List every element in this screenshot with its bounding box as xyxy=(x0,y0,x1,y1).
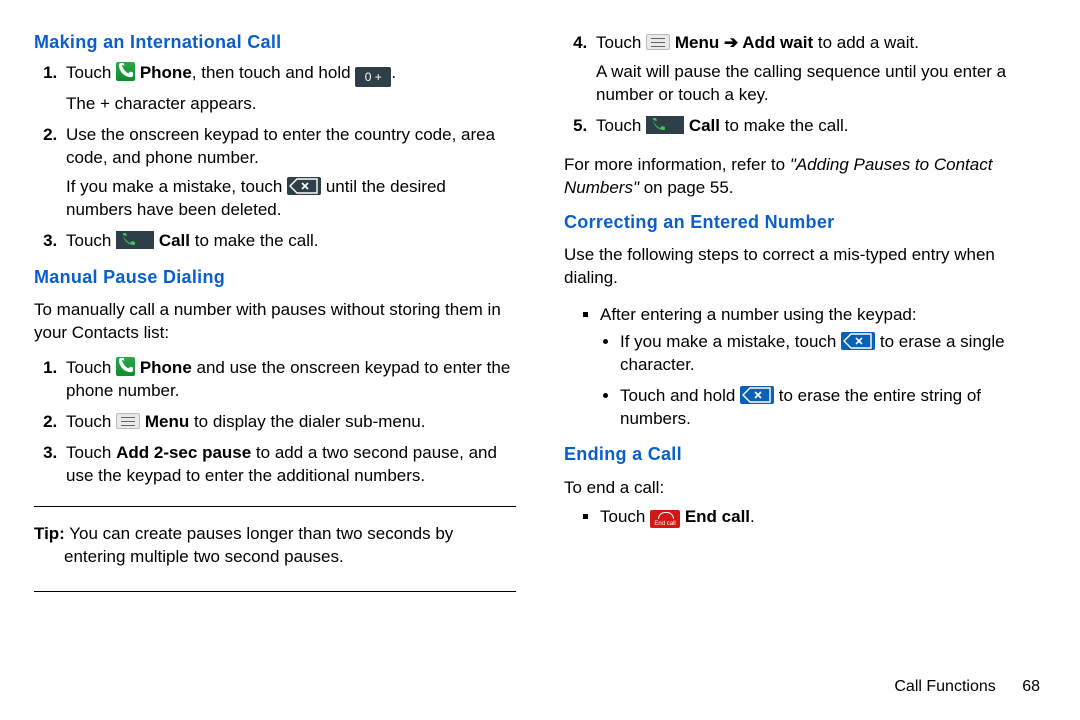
step-pause-1: Touch Phone and use the onscreen keypad … xyxy=(62,357,516,403)
text: Touch xyxy=(596,116,646,135)
text: to make the call. xyxy=(190,231,319,250)
heading-manual-pause: Manual Pause Dialing xyxy=(34,265,516,289)
text: Touch and hold xyxy=(620,386,740,405)
end-intro: To end a call: xyxy=(564,477,1046,500)
phone-label: Phone xyxy=(140,358,192,377)
phone-label: Phone xyxy=(140,63,192,82)
page-number: 68 xyxy=(1022,678,1040,695)
step-intl-2: Use the onscreen keypad to enter the cou… xyxy=(62,124,516,222)
call-button-icon xyxy=(646,116,684,134)
text: . xyxy=(391,63,396,82)
heading-ending: Ending a Call xyxy=(564,442,1046,466)
step-pause-5: Touch Call to make the call. xyxy=(592,115,1046,138)
call-label: Call xyxy=(159,231,190,250)
step-pause-2: Touch Menu to display the dialer sub-men… xyxy=(62,411,516,434)
text: to make the call. xyxy=(720,116,849,135)
text: to add a wait. xyxy=(813,33,919,52)
end-call-icon: End call xyxy=(650,510,680,528)
pause-intro: To manually call a number with pauses wi… xyxy=(34,299,516,345)
zero-key-icon: 0 + xyxy=(355,67,391,87)
text: on page 55. xyxy=(639,178,734,197)
heading-correcting: Correcting an Entered Number xyxy=(564,210,1046,234)
text: , then touch and hold xyxy=(192,63,356,82)
text: For more information, refer to xyxy=(564,155,790,174)
add-2sec-label: Add 2-sec pause xyxy=(116,443,251,462)
right-column: Touch Menu ➔ Add wait to add a wait. A w… xyxy=(540,30,1046,708)
heading-international-call: Making an International Call xyxy=(34,30,516,54)
steps-international: Touch Phone, then touch and hold 0 +. Th… xyxy=(62,62,516,261)
page-footer: Call Functions 68 xyxy=(894,676,1040,698)
phone-icon xyxy=(116,62,135,81)
divider xyxy=(34,506,516,507)
text: If you make a mistake, touch xyxy=(620,332,841,351)
text: A wait will pause the calling sequence u… xyxy=(596,62,1006,104)
call-label: Call xyxy=(689,116,720,135)
list-item: If you make a mistake, touch to erase a … xyxy=(620,331,1046,377)
text: Use the onscreen keypad to enter the cou… xyxy=(66,125,495,167)
step-pause-3: Touch Add 2-sec pause to add a two secon… xyxy=(62,442,516,488)
text: Touch xyxy=(66,412,116,431)
call-button-icon xyxy=(116,231,154,249)
backspace-icon xyxy=(287,177,321,195)
phone-icon xyxy=(116,357,135,376)
correct-intro: Use the following steps to correct a mis… xyxy=(564,244,1046,290)
list-item: Touch End call End call. xyxy=(600,506,1046,529)
left-column: Making an International Call Touch Phone… xyxy=(34,30,540,708)
steps-pause: Touch Phone and use the onscreen keypad … xyxy=(62,357,516,496)
list-item: After entering a number using the keypad… xyxy=(600,304,1046,431)
text: Touch xyxy=(66,443,116,462)
text: The + character appears. xyxy=(66,94,256,113)
footer-section: Call Functions xyxy=(894,678,995,695)
menu-icon xyxy=(116,413,140,429)
list-item: Touch and hold to erase the entire strin… xyxy=(620,385,1046,431)
text: After entering a number using the keypad… xyxy=(600,305,917,324)
step-intl-1: Touch Phone, then touch and hold 0 +. Th… xyxy=(62,62,516,116)
step-intl-3: Touch Call to make the call. xyxy=(62,230,516,253)
add-wait-label: Add wait xyxy=(742,33,813,52)
arrow-icon: ➔ xyxy=(719,33,742,52)
backspace-icon xyxy=(841,332,875,350)
tip-text: You can create pauses longer than two se… xyxy=(64,524,453,566)
menu-label: Menu xyxy=(675,33,719,52)
correct-list: After entering a number using the keypad… xyxy=(600,304,1046,439)
text: Touch xyxy=(66,231,116,250)
text: . xyxy=(750,507,755,526)
correct-sublist: If you make a mistake, touch to erase a … xyxy=(620,331,1046,431)
end-list: Touch End call End call. xyxy=(600,506,1046,537)
text: to display the dialer sub-menu. xyxy=(189,412,425,431)
divider xyxy=(34,591,516,592)
steps-pause-cont: Touch Menu ➔ Add wait to add a wait. A w… xyxy=(592,32,1046,146)
text: If you make a mistake, touch xyxy=(66,177,287,196)
text: Touch xyxy=(596,33,646,52)
text: Touch xyxy=(600,507,650,526)
tip-label: Tip: xyxy=(34,524,65,543)
menu-icon xyxy=(646,34,670,50)
backspace-icon xyxy=(740,386,774,404)
step-pause-4: Touch Menu ➔ Add wait to add a wait. A w… xyxy=(592,32,1046,107)
text: Touch xyxy=(66,358,116,377)
manual-page: Making an International Call Touch Phone… xyxy=(0,0,1080,720)
menu-label: Menu xyxy=(145,412,189,431)
text: Touch xyxy=(66,63,116,82)
tip-block: Tip: You can create pauses longer than t… xyxy=(34,513,516,585)
more-info: For more information, refer to "Adding P… xyxy=(564,154,1046,200)
end-call-label: End call xyxy=(685,507,750,526)
